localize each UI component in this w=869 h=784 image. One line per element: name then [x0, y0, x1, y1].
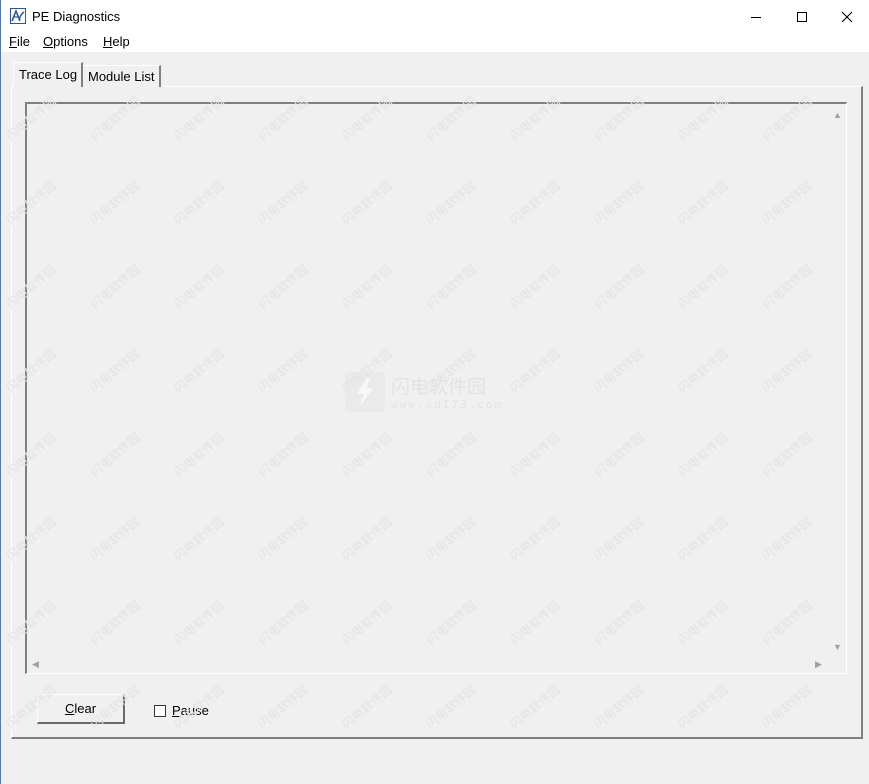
vertical-scrollbar[interactable]: ▲ ▼ [829, 104, 846, 656]
watermark-title: 闪电软件园 [391, 376, 487, 398]
window-footer [1, 741, 869, 784]
scroll-left-icon[interactable]: ◀ [32, 659, 39, 669]
close-icon [841, 11, 853, 22]
menu-bar: File Options Help [1, 33, 869, 52]
app-window: PE Diagnostics File Options Help Trace L… [0, 0, 869, 784]
close-button[interactable] [824, 0, 869, 33]
tab-label: Trace Log [19, 67, 78, 82]
scroll-down-icon[interactable]: ▼ [833, 642, 842, 652]
maximize-icon [797, 11, 807, 22]
watermark: 闪电软件园 www.sd173.com [345, 372, 515, 414]
tab-trace-log[interactable]: Trace Log [13, 62, 83, 87]
tab-label: Module List [88, 69, 155, 84]
window-title: PE Diagnostics [32, 9, 121, 24]
scroll-right-icon[interactable]: ▶ [815, 659, 822, 669]
menu-options[interactable]: Options [43, 34, 88, 49]
clear-button[interactable]: Clear [37, 694, 125, 724]
menu-help[interactable]: Help [103, 34, 130, 49]
title-bar[interactable]: PE Diagnostics [1, 0, 869, 33]
minimize-icon [751, 16, 761, 18]
tab-module-list[interactable]: Module List [83, 65, 161, 87]
scroll-up-icon[interactable]: ▲ [833, 110, 842, 120]
pause-label[interactable]: Pause [172, 703, 209, 718]
menu-file[interactable]: File [9, 34, 30, 49]
watermark-url: www.sd173.com [391, 398, 504, 411]
pause-checkbox[interactable] [154, 705, 166, 717]
minimize-button[interactable] [733, 0, 779, 33]
scroll-corner [829, 656, 846, 673]
horizontal-scrollbar[interactable]: ◀ ▶ [27, 656, 829, 673]
watermark-logo-icon [345, 372, 385, 412]
app-icon [10, 8, 26, 24]
maximize-button[interactable] [779, 0, 825, 33]
